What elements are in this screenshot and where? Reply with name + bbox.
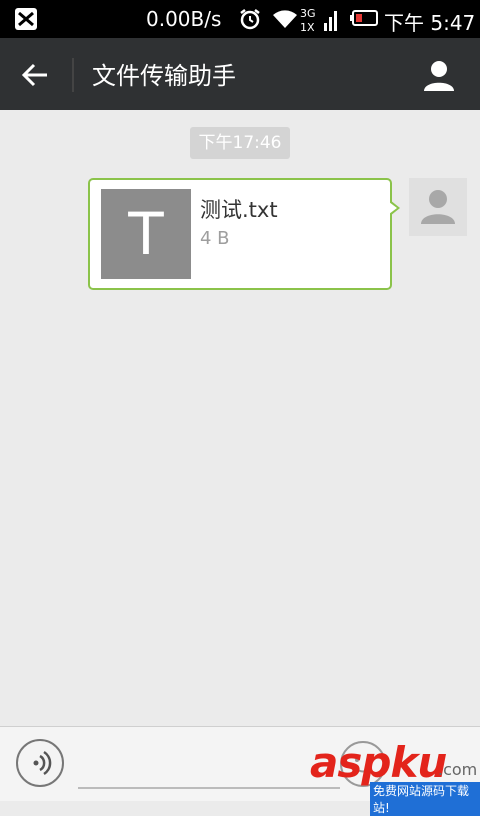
voice-icon [33, 750, 52, 776]
file-size: 4 B [200, 228, 230, 249]
alarm-icon [240, 9, 260, 30]
net-speed: 0.00B/s [146, 7, 222, 31]
divider [72, 58, 74, 92]
bubble-tail-inner [389, 202, 397, 214]
network-type: 3G [300, 7, 316, 20]
network-sub: 1X [300, 21, 315, 33]
avatar-icon[interactable] [409, 178, 467, 236]
message-timestamp: 下午17:46 [190, 127, 290, 159]
status-bar: 0.00B/s 3G 1X 下午 5:47 [0, 0, 480, 38]
battery-icon [350, 10, 378, 26]
watermark: aspku .com 免费网站源码下载站! [306, 738, 480, 816]
watermark-tld: .com [438, 760, 478, 779]
action-bar: 文件传输助手 [0, 38, 480, 110]
message-input[interactable] [78, 787, 340, 789]
signal-icon: 3G 1X [300, 7, 337, 33]
voice-button[interactable] [16, 739, 64, 787]
app-icon [15, 8, 37, 30]
page-title: 文件传输助手 [92, 62, 236, 90]
clock: 下午 5:47 [384, 11, 476, 35]
watermark-brand: aspku [310, 738, 447, 787]
watermark-sub: 免费网站源码下载站! [370, 782, 480, 816]
back-arrow-icon[interactable] [20, 60, 50, 90]
file-message-bubble[interactable]: T 测试.txt 4 B [88, 178, 400, 290]
file-name: 测试.txt [200, 198, 278, 222]
file-thumbnail: T [101, 189, 191, 279]
user-profile-icon[interactable] [422, 58, 456, 92]
wifi-icon [273, 10, 297, 28]
